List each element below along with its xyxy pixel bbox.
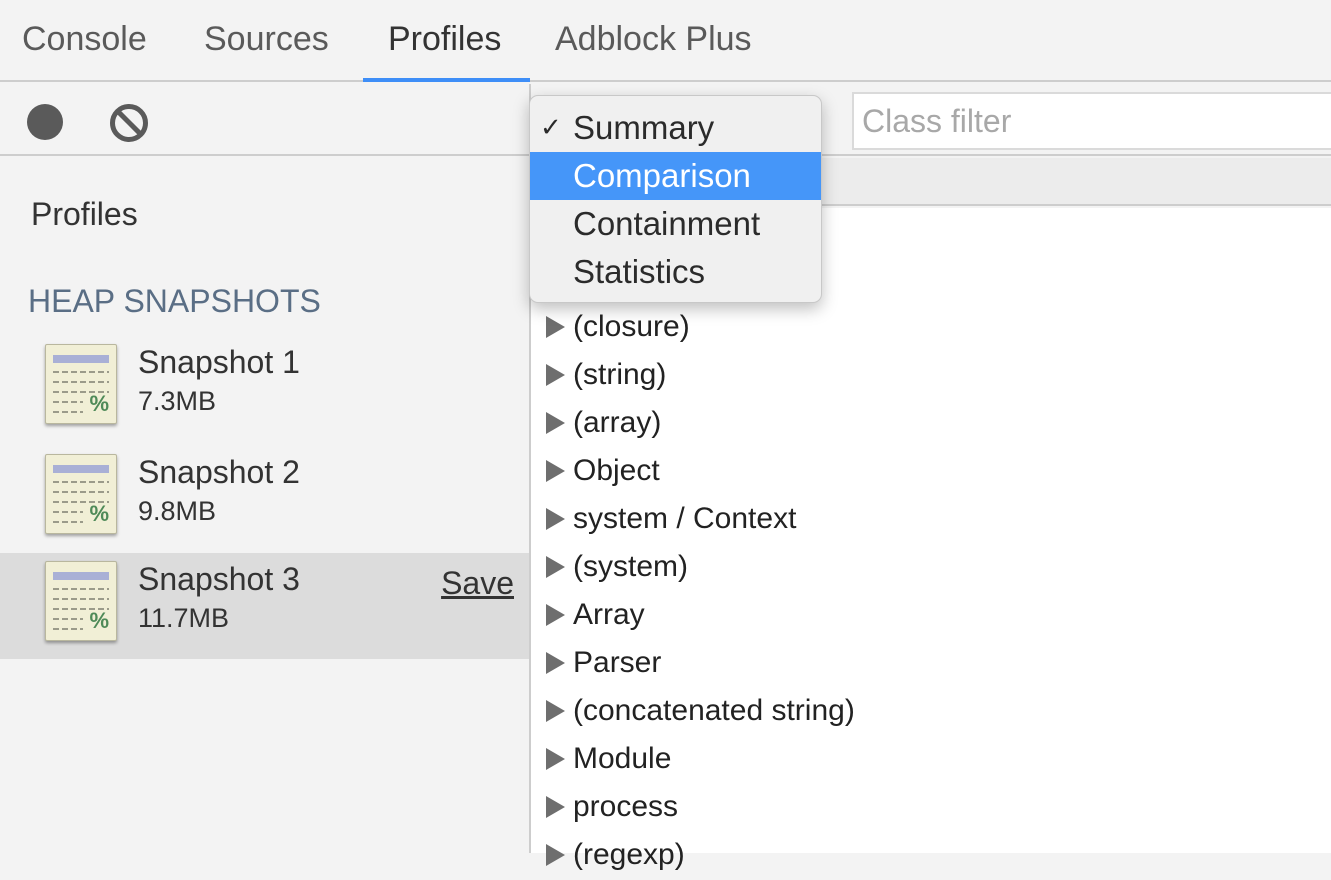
table-row[interactable]: Module [531,736,1331,784]
clear-icon[interactable] [110,104,148,142]
table-row[interactable]: (regexp) [531,832,1331,880]
checkmark-icon: ✓ [540,112,562,142]
heap-snapshots-heading: HEAP SNAPSHOTS [28,283,321,319]
table-row[interactable]: Parser [531,640,1331,688]
expand-triangle-icon[interactable] [546,748,565,770]
table-row[interactable]: (concatenated string) [531,688,1331,736]
tab-adblock-plus[interactable]: Adblock Plus [555,20,752,59]
tab-profiles[interactable]: Profiles [388,20,501,59]
profiles-sidebar: Profiles HEAP SNAPSHOTS % Snapshot 1 7.3… [0,158,530,853]
snapshot-item-selected[interactable]: % Snapshot 3 11.7MB Save [0,553,530,659]
expand-triangle-icon[interactable] [546,316,565,338]
snapshot-size: 11.7MB [138,603,230,633]
expand-triangle-icon[interactable] [546,508,565,530]
menu-option-containment[interactable]: Containment [530,200,821,248]
heap-snapshot-icon: % [45,561,117,641]
snapshot-size: 9.8MB [138,496,217,526]
snapshot-item[interactable]: % Snapshot 1 7.3MB [0,336,530,442]
constructor-list: (closure) (string) (array) Object system… [531,208,1331,871]
snapshot-size: 7.3MB [138,386,217,416]
view-select-menu: ✓ Summary Comparison Containment Statisti… [529,95,822,303]
expand-triangle-icon[interactable] [546,556,565,578]
save-snapshot-link[interactable]: Save [441,565,514,602]
snapshot-name: Snapshot 1 [138,344,300,380]
class-filter-input[interactable] [852,92,1331,150]
expand-triangle-icon[interactable] [546,700,565,722]
table-row[interactable]: Object [531,448,1331,496]
heap-snapshot-icon: % [45,454,117,534]
tab-console[interactable]: Console [22,20,147,59]
profiles-toolbar [0,84,530,156]
expand-triangle-icon[interactable] [546,412,565,434]
table-row[interactable]: (system) [531,544,1331,592]
snapshot-name: Snapshot 3 [138,561,300,597]
menu-option-statistics[interactable]: Statistics [530,248,821,296]
sidebar-title: Profiles [31,196,138,232]
active-tab-indicator [363,78,530,82]
heap-snapshot-icon: % [45,344,117,424]
table-row[interactable]: process [531,784,1331,832]
expand-triangle-icon[interactable] [546,796,565,818]
table-row[interactable]: (string) [531,352,1331,400]
panel-tab-bar: Console Sources Profiles Adblock Plus [0,0,1331,82]
expand-triangle-icon[interactable] [546,604,565,626]
tab-sources[interactable]: Sources [204,20,329,59]
table-row[interactable]: system / Context [531,496,1331,544]
expand-triangle-icon[interactable] [546,652,565,674]
table-row[interactable]: Array [531,592,1331,640]
snapshot-name: Snapshot 2 [138,454,300,490]
menu-option-comparison[interactable]: Comparison [530,152,821,200]
table-row[interactable]: (array) [531,400,1331,448]
menu-option-summary[interactable]: ✓ Summary [530,104,821,152]
expand-triangle-icon[interactable] [546,844,565,866]
record-icon[interactable] [27,104,63,140]
table-row[interactable]: (closure) [531,304,1331,352]
expand-triangle-icon[interactable] [546,364,565,386]
expand-triangle-icon[interactable] [546,460,565,482]
snapshot-item[interactable]: % Snapshot 2 9.8MB [0,446,530,552]
